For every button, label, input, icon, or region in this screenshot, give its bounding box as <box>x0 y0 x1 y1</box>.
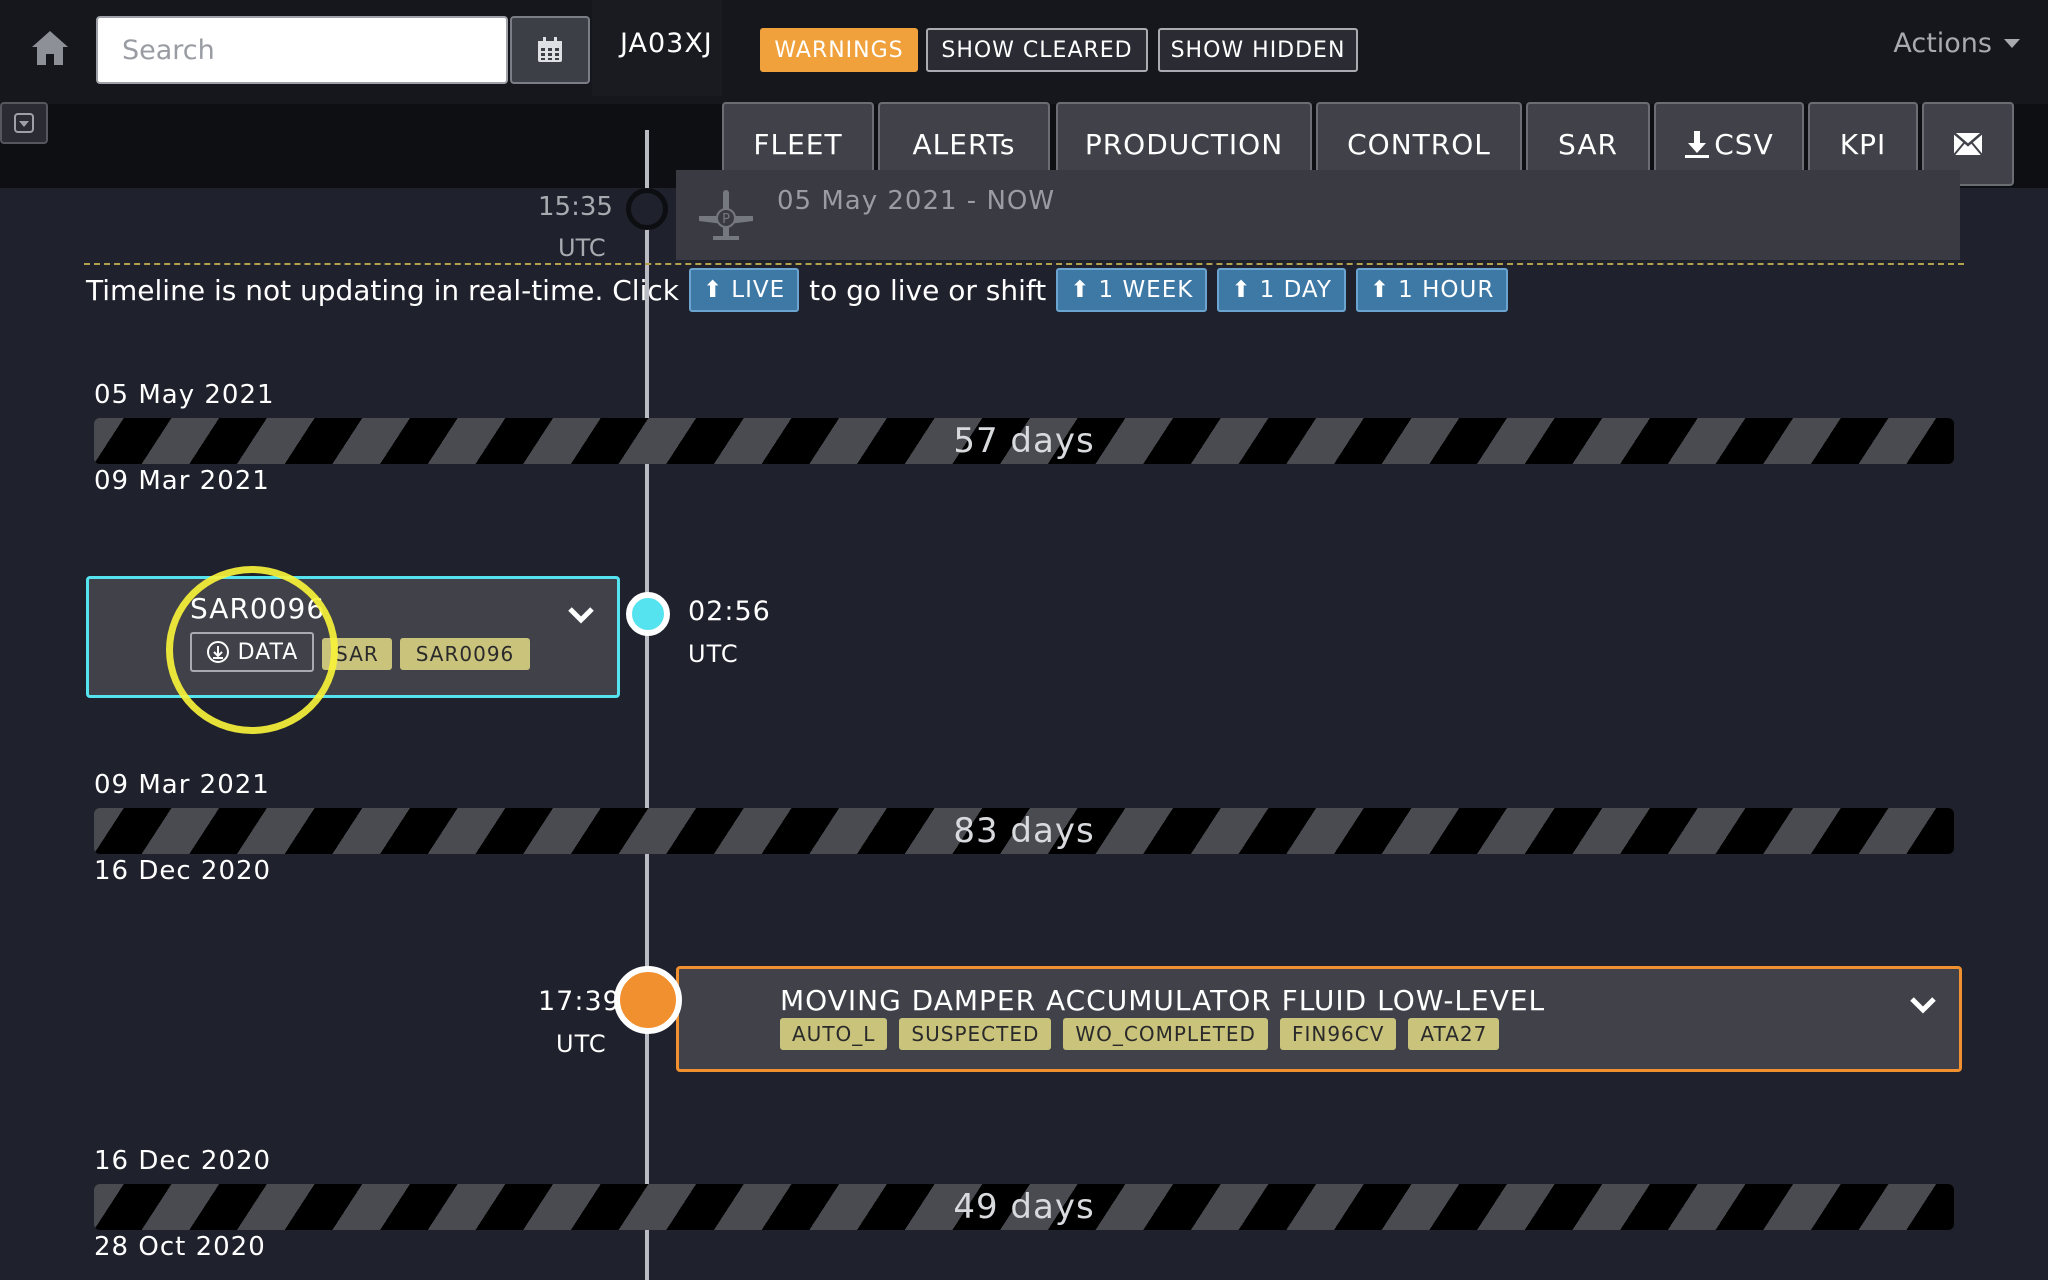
shift-hour-label: 1 HOUR <box>1398 277 1495 303</box>
arrow-up-icon: ⬆ <box>1231 277 1252 303</box>
home-icon <box>32 31 68 65</box>
shift-day-button[interactable]: ⬆ 1 DAY <box>1217 268 1346 312</box>
shift-week-label: 1 WEEK <box>1098 277 1194 303</box>
annotation-highlight-circle <box>166 566 338 734</box>
arrow-up-icon: ⬆ <box>702 277 724 303</box>
gap-bar: 57 days <box>94 418 1954 464</box>
csv-label: CSV <box>1714 127 1774 161</box>
collapse-icon <box>14 113 34 133</box>
event-tag: SUSPECTED <box>899 1018 1052 1050</box>
home-button[interactable] <box>22 22 78 74</box>
parked-plane-icon: P <box>699 190 753 240</box>
event-title: MOVING DAMPER ACCUMULATOR FLUID LOW-LEVE… <box>780 984 1546 1017</box>
aircraft-registration: JA03XJ <box>620 28 713 59</box>
now-title: 05 May 2021 - NOW <box>777 186 1056 216</box>
actions-label: Actions <box>1893 28 1992 59</box>
shift-hour-button[interactable]: ⬆ 1 HOUR <box>1355 268 1509 312</box>
gap-start-date: 09 Mar 2021 <box>94 770 270 800</box>
download-icon <box>1685 131 1710 158</box>
notice-text-middle: to go live or shift <box>809 273 1047 307</box>
shift-week-button[interactable]: ⬆ 1 WEEK <box>1056 268 1208 312</box>
event-timezone: UTC <box>688 640 739 668</box>
event-tag: AUTO_L <box>780 1018 888 1050</box>
search-input[interactable] <box>96 16 508 84</box>
calendar-button[interactable] <box>510 16 590 84</box>
collapse-toggle-button[interactable] <box>0 102 48 144</box>
warnings-filter-button[interactable]: WARNINGS <box>760 28 918 72</box>
caret-down-icon <box>2004 39 2020 48</box>
show-hidden-button[interactable]: SHOW HIDDEN <box>1158 28 1358 72</box>
chevron-down-icon[interactable] <box>566 604 596 626</box>
arrow-up-icon: ⬆ <box>1369 277 1391 303</box>
gap-bar: 49 days <box>94 1184 1954 1230</box>
now-timezone: UTC <box>558 234 606 262</box>
event-marker-dot <box>626 592 670 636</box>
gap-duration: 49 days <box>953 1187 1095 1227</box>
actions-dropdown[interactable]: Actions <box>1893 28 2020 59</box>
notice-text-before: Timeline is not updating in real-time. C… <box>86 273 679 307</box>
gap-end-date: 16 Dec 2020 <box>94 856 272 886</box>
envelope-icon <box>1953 132 1983 156</box>
event-timezone: UTC <box>556 1030 607 1058</box>
event-time: 17:39 <box>538 986 621 1017</box>
now-marker-dot <box>626 188 668 230</box>
live-button[interactable]: ⬆ LIVE <box>688 268 800 312</box>
live-label: LIVE <box>731 277 786 303</box>
event-tag: WO_COMPLETED <box>1063 1018 1268 1050</box>
gap-duration: 57 days <box>953 421 1095 461</box>
svg-text:P: P <box>722 212 730 227</box>
event-tag: ATA27 <box>1408 1018 1500 1050</box>
gap-duration: 83 days <box>953 811 1095 851</box>
gap-start-date: 16 Dec 2020 <box>94 1146 272 1176</box>
gap-start-date: 05 May 2021 <box>94 380 275 410</box>
calendar-icon <box>538 37 562 62</box>
event-tag: SAR0096 <box>400 638 530 670</box>
realtime-notice: Timeline is not updating in real-time. C… <box>86 268 1509 312</box>
event-time: 02:56 <box>688 596 771 627</box>
gap-end-date: 09 Mar 2021 <box>94 466 270 496</box>
gap-bar: 83 days <box>94 808 1954 854</box>
shift-day-label: 1 DAY <box>1259 277 1332 303</box>
event-tags: AUTO_L SUSPECTED WO_COMPLETED FIN96CV AT… <box>780 1018 1500 1050</box>
chevron-down-icon[interactable] <box>1908 994 1938 1016</box>
event-tag: FIN96CV <box>1279 1018 1397 1050</box>
show-cleared-button[interactable]: SHOW CLEARED <box>926 28 1148 72</box>
now-time: 15:35 <box>538 192 613 222</box>
arrow-up-icon: ⬆ <box>1070 277 1091 303</box>
event-marker-dot <box>614 966 682 1034</box>
gap-end-date: 28 Oct 2020 <box>94 1232 266 1262</box>
now-divider <box>84 263 1964 265</box>
